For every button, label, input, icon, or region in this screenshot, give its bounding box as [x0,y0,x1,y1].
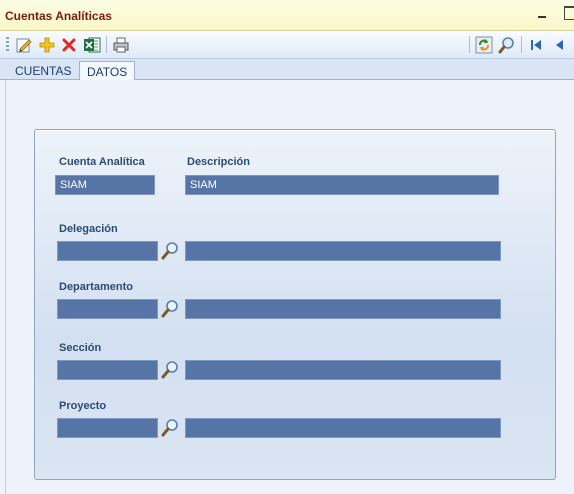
print-icon[interactable] [111,35,131,55]
search-icon[interactable] [497,35,517,55]
window-title: Cuentas Analíticas [5,9,112,23]
seccion-lookup-icon[interactable] [160,360,180,380]
departamento-name-input[interactable] [185,299,501,319]
refresh-icon[interactable] [474,35,494,55]
maximize-button[interactable] [564,6,574,20]
first-record-icon[interactable] [526,35,546,55]
toolbar-grip[interactable] [6,37,9,53]
previous-record-icon[interactable] [550,35,570,55]
delegacion-lookup-icon[interactable] [160,241,180,261]
toolbar-separator [106,36,107,53]
toolbar [0,31,574,59]
descripcion-label: Descripción [187,156,250,168]
seccion-code-input[interactable] [57,360,158,380]
excel-icon[interactable] [82,35,102,55]
minimize-button[interactable] [538,8,548,20]
departamento-code-input[interactable] [57,299,158,319]
departamento-label: Departamento [59,281,133,293]
seccion-name-input[interactable] [185,360,501,380]
cuenta-label: Cuenta Analítica [59,156,145,168]
cuenta-input[interactable]: SIAM [55,175,155,195]
toolbar-separator [469,36,470,53]
delete-icon[interactable] [59,35,79,55]
proyecto-code-input[interactable] [57,418,158,438]
seccion-label: Sección [59,342,102,354]
toolbar-separator [521,36,522,53]
delegacion-code-input[interactable] [57,241,158,261]
tab-datos[interactable]: DATOS [79,61,136,82]
proyecto-name-input[interactable] [185,418,501,438]
delegacion-label: Delegación [59,223,118,235]
edit-icon[interactable] [14,35,34,55]
descripcion-input[interactable]: SIAM [185,175,499,195]
delegacion-name-input[interactable] [185,241,501,261]
departamento-lookup-icon[interactable] [160,299,180,319]
proyecto-lookup-icon[interactable] [160,418,180,438]
proyecto-label: Proyecto [59,400,107,412]
add-icon[interactable] [37,35,57,55]
tab-strip: CUENTAS DATOS [0,59,574,82]
title-bar: Cuentas Analíticas [0,0,574,31]
tab-cuentas[interactable]: CUENTAS [8,61,78,81]
